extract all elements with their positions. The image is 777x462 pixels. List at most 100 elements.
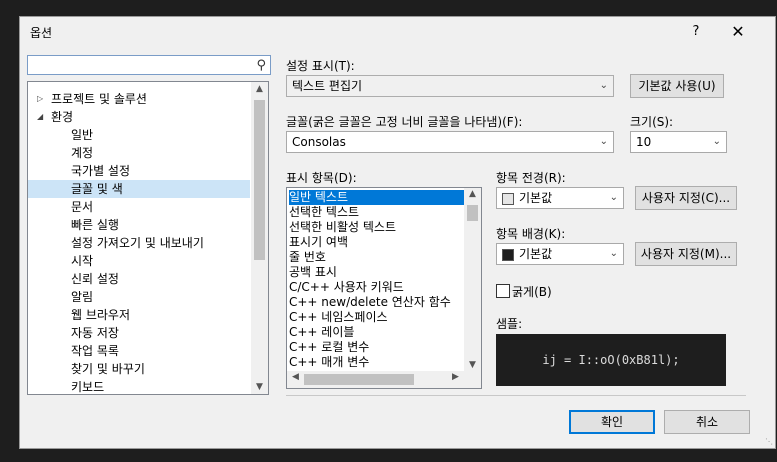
chevron-down-icon: ⌄ [599,136,608,147]
tree-item[interactable]: ◢ 환경 [28,108,250,126]
ok-button[interactable]: 확인 [569,410,655,434]
tree-item[interactable]: 알림 [28,288,250,306]
tree-item-label: 알림 [71,290,94,304]
show-settings-label: 설정 표시(T): [286,59,355,73]
tree-item-label: 환경 [51,110,74,124]
size-label: 크기(S): [630,115,674,129]
tree-scrollbar[interactable]: ▲ ▼ [251,82,268,394]
tree-item-label: 국가별 설정 [71,164,131,178]
background-dropdown[interactable]: 기본값 ⌄ [496,243,624,265]
tree-item-label: 키보드 [71,380,105,394]
list-vertical-scrollbar[interactable]: ▲ ▼ [464,188,481,371]
title-bar: 옵션 ? ✕ [20,17,775,47]
help-button[interactable]: ? [685,21,707,43]
tree-item[interactable]: ▷ 프로젝트 및 솔루션 [28,90,250,108]
list-vscroll-thumb[interactable] [467,205,478,221]
scroll-corner [464,371,481,388]
sample-preview: ij = I::oO(0xB81l); [496,334,726,386]
tree-item-label: 작업 목록 [71,344,119,358]
tree-item[interactable]: 국가별 설정 [28,162,250,180]
cancel-button[interactable]: 취소 [664,410,750,434]
close-button[interactable]: ✕ [725,21,751,43]
search-icon[interactable]: ⚲ [256,58,266,73]
background-color-swatch [502,249,514,261]
use-defaults-button[interactable]: 기본값 사용(U) [630,74,724,98]
tree-item[interactable]: 키보드 [28,378,250,394]
footer-divider [286,395,746,396]
display-item[interactable]: C++ 매개 변수 [289,355,465,370]
chevron-down-icon: ⌄ [599,80,608,91]
font-value: Consolas [292,135,346,149]
display-item[interactable]: 일반 텍스트 [289,190,465,205]
display-item[interactable]: 선택한 비활성 텍스트 [289,220,465,235]
font-label: 글꼴(굵은 글꼴은 고정 너비 글꼴을 나타냄)(F): [286,115,523,129]
background-value: 기본값 [519,247,553,261]
scroll-up-icon[interactable]: ▲ [251,84,268,94]
scroll-down-icon[interactable]: ▼ [464,360,481,370]
sample-label: 샘플: [496,317,523,331]
tree-item[interactable]: 시작 [28,252,250,270]
tree-item-label: 웹 브라우저 [71,308,131,322]
display-item[interactable]: C++ 로컬 변수 [289,340,465,355]
show-settings-dropdown[interactable]: 텍스트 편집기 ⌄ [286,75,614,97]
foreground-value: 기본값 [519,191,553,205]
tree-item[interactable]: 일반 [28,126,250,144]
scroll-down-icon[interactable]: ▼ [251,382,268,392]
scroll-up-icon[interactable]: ▲ [464,189,481,199]
display-items-list[interactable]: C++ 매개 변수 C++ 로컬 변수 C++ 레이블 C++ 네임스페이스 C++ n… [286,187,482,389]
dialog-title: 옵션 [30,26,53,40]
background-custom-button[interactable]: 사용자 지정(M)... [635,242,737,266]
sample-text: ij = I::oO(0xB81l); [542,353,680,367]
foreground-color-swatch [502,193,514,205]
list-horizontal-scrollbar[interactable]: ◀ ▶ [287,371,464,388]
display-item[interactable]: C++ new/delete 연산자 함수 [289,295,465,310]
size-dropdown[interactable]: 10 ⌄ [630,131,727,153]
foreground-dropdown[interactable]: 기본값 ⌄ [496,187,624,209]
expanded-arrow-icon[interactable]: ◢ [37,108,43,126]
scroll-right-icon[interactable]: ▶ [448,372,463,382]
options-dialog: 옵션 ? ✕ ⚲ 탭 및 창키보드찾기 및 바꾸기작업 목록자동 저장웹 브라우… [19,16,776,449]
show-settings-value: 텍스트 편집기 [292,79,363,93]
display-item[interactable]: 줄 번호 [289,250,465,265]
tree-item-label: 신뢰 설정 [71,272,119,286]
tree-item-label: 빠른 실행 [71,218,119,232]
display-item[interactable]: C/C++ 사용자 키워드 [289,280,465,295]
chevron-down-icon: ⌄ [609,192,618,203]
tree-item[interactable]: 글꼴 및 색 [28,180,250,198]
collapsed-arrow-icon[interactable]: ▷ [37,90,43,108]
search-box[interactable]: ⚲ [27,55,271,75]
tree-item[interactable]: 빠른 실행 [28,216,250,234]
display-item[interactable]: C++ 네임스페이스 [289,310,465,325]
list-hscroll-thumb[interactable] [304,374,414,385]
foreground-custom-button[interactable]: 사용자 지정(C)... [635,186,737,210]
tree-item[interactable]: 웹 브라우저 [28,306,250,324]
display-item[interactable]: 공백 표시 [289,265,465,280]
scroll-left-icon[interactable]: ◀ [288,372,303,382]
tree-item[interactable]: 찾기 및 바꾸기 [28,360,250,378]
tree-item[interactable]: 문서 [28,198,250,216]
tree-item[interactable]: 계정 [28,144,250,162]
display-item[interactable]: 선택한 텍스트 [289,205,465,220]
tree-item[interactable]: 설정 가져오기 및 내보내기 [28,234,250,252]
tree-item[interactable]: 신뢰 설정 [28,270,250,288]
tree-item[interactable]: 자동 저장 [28,324,250,342]
chevron-down-icon: ⌄ [712,136,721,147]
tree-item-label: 자동 저장 [71,326,119,340]
tree-item-label: 설정 가져오기 및 내보내기 [71,236,204,250]
display-items-label: 표시 항목(D): [286,171,357,185]
bold-label[interactable]: 굵게(B) [512,283,552,300]
display-item[interactable]: C++ 레이블 [289,325,465,340]
bold-checkbox[interactable] [496,284,510,298]
background-label: 항목 배경(K): [496,227,566,241]
display-item[interactable]: 표시기 여백 [289,235,465,250]
size-value: 10 [636,135,652,149]
tree-item-label: 시작 [71,254,94,268]
tree-item[interactable]: 작업 목록 [28,342,250,360]
font-dropdown[interactable]: Consolas ⌄ [286,131,614,153]
tree-item-label: 일반 [71,128,94,142]
resize-grip-icon[interactable]: ⋱ [765,437,773,446]
tree-item-label: 프로젝트 및 솔루션 [51,92,147,106]
tree-scroll-thumb[interactable] [254,100,265,260]
options-tree[interactable]: 탭 및 창키보드찾기 및 바꾸기작업 목록자동 저장웹 브라우저알림신뢰 설정시… [27,81,269,395]
tree-item-label: 계정 [71,146,94,160]
